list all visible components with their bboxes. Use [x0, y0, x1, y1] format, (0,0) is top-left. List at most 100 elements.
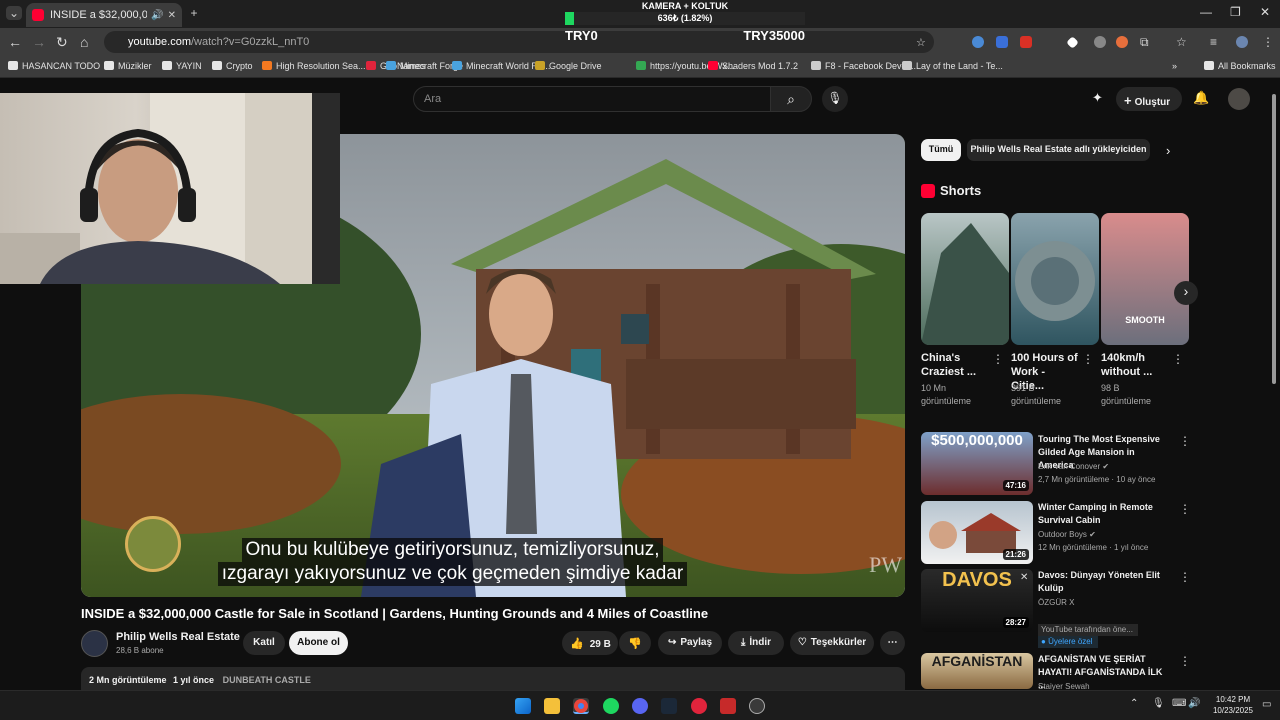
more-actions-button[interactable]: ⋯: [880, 631, 905, 655]
steam-icon[interactable]: [661, 698, 677, 714]
video-menu-icon[interactable]: ⋮: [1179, 654, 1191, 668]
video-menu-icon[interactable]: ⋮: [1179, 434, 1191, 448]
tab-close-icon[interactable]: ✕: [168, 10, 176, 21]
video-menu-icon[interactable]: ⋮: [1179, 502, 1191, 516]
badge-label: Üyelere özel: [1048, 637, 1093, 646]
recommended-thumbnail[interactable]: DAVOS 28:27: [921, 569, 1033, 632]
dislike-button[interactable]: 👎: [619, 631, 651, 655]
start-button-icon[interactable]: [515, 698, 531, 714]
search-input[interactable]: Ara: [413, 86, 771, 112]
bookmarks-icon[interactable]: ☆: [1176, 35, 1187, 49]
recommended-channel[interactable]: Erik Van Conover ✔: [1038, 461, 1178, 473]
short-menu-icon[interactable]: ⋮: [1172, 352, 1184, 366]
extensions-puzzle-icon[interactable]: ⧉: [1140, 35, 1149, 50]
browser-menu-icon[interactable]: ⋮: [1262, 35, 1274, 49]
search-button[interactable]: ⌕: [770, 86, 812, 112]
subscribe-button[interactable]: Abone ol: [289, 631, 348, 655]
bookmark-star-icon[interactable]: ☆: [916, 36, 926, 49]
recommended-thumbnail[interactable]: 21:26: [921, 501, 1033, 564]
cast-icon[interactable]: ✦: [1092, 90, 1108, 106]
download-button[interactable]: ⤓ İndir: [728, 631, 784, 655]
short-thumbnail[interactable]: [921, 213, 1009, 345]
system-clock[interactable]: 10:42 PM 10/23/2025: [1208, 694, 1258, 716]
home-button[interactable]: ⌂: [80, 34, 88, 50]
app-icon[interactable]: [749, 698, 765, 714]
extension-icon[interactable]: [1066, 36, 1079, 49]
bookmark-item[interactable]: Crypto: [212, 61, 253, 71]
tray-chevron-icon[interactable]: ⌃: [1130, 698, 1138, 709]
browser-tab-active[interactable]: INSIDE a $32,000,000 Castle 🔊 ✕: [26, 3, 182, 27]
recommended-channel[interactable]: ÖZGÜR X: [1038, 597, 1178, 609]
voice-search-button[interactable]: 🎙: [822, 86, 848, 112]
app-icon[interactable]: [720, 698, 736, 714]
recommended-channel[interactable]: Outdoor Boys ✔: [1038, 529, 1178, 541]
spotify-icon[interactable]: [603, 698, 619, 714]
thanks-button[interactable]: ♡ Teşekkürler: [790, 631, 874, 655]
recommended-title[interactable]: Winter Camping in Remote Survival Cabin: [1038, 501, 1172, 527]
microphone-tray-icon[interactable]: 🎙: [1152, 698, 1165, 709]
bookmark-item[interactable]: Müzikler: [104, 61, 152, 71]
join-button[interactable]: Katıl: [243, 631, 285, 655]
recommended-thumbnail[interactable]: AFGANİSTAN: [921, 653, 1033, 689]
notifications-bell-icon[interactable]: 🔔: [1193, 90, 1209, 106]
url-host: youtube.com: [128, 36, 191, 48]
short-menu-icon[interactable]: ⋮: [992, 352, 1004, 366]
video-menu-icon[interactable]: ⋮: [1179, 570, 1191, 584]
recommended-thumbnail[interactable]: $500,000,000 47:16: [921, 432, 1033, 495]
chevron-right-icon[interactable]: ›: [1166, 143, 1170, 158]
short-image: [921, 223, 1009, 345]
speaker-icon[interactable]: 🔊: [151, 10, 163, 21]
tab-search-icon[interactable]: ≡: [1210, 35, 1217, 49]
chip-all[interactable]: Tümü: [921, 139, 961, 161]
channel-avatar[interactable]: [81, 630, 108, 657]
short-menu-icon[interactable]: ⋮: [1082, 352, 1094, 366]
reload-button[interactable]: ↻: [56, 34, 68, 51]
extension-icon[interactable]: [1116, 36, 1128, 48]
chrome-icon[interactable]: [573, 698, 589, 714]
forward-button[interactable]: →: [32, 34, 46, 50]
bookmark-item[interactable]: F8 - Facebook Devel...: [811, 61, 916, 71]
share-label: Paylaş: [680, 637, 713, 648]
minimize-button[interactable]: —: [1200, 5, 1212, 19]
bookmark-item[interactable]: High Resolution Sea...: [262, 61, 366, 71]
short-title[interactable]: China's Craziest ...: [921, 351, 991, 379]
bookmark-item[interactable]: HASANCAN TODO: [8, 61, 100, 71]
tab-list-button[interactable]: ⌄: [6, 6, 22, 20]
extension-icon[interactable]: [1020, 36, 1032, 48]
extension-icon[interactable]: [1094, 36, 1106, 48]
bookmark-item[interactable]: Lay of the Land - Te...: [902, 61, 1003, 71]
shorts-next-button[interactable]: ›: [1174, 281, 1198, 305]
all-bookmarks-folder[interactable]: All Bookmarks: [1204, 61, 1276, 71]
back-button[interactable]: ←: [8, 34, 22, 50]
hashtag[interactable]: DUNBEATH CASTLE: [223, 675, 311, 685]
short-thumbnail[interactable]: SMOOTH: [1101, 213, 1189, 345]
scrollbar-thumb[interactable]: [1272, 94, 1276, 384]
bookmark-item[interactable]: YAYIN: [162, 61, 202, 71]
file-explorer-icon[interactable]: [544, 698, 560, 714]
new-tab-button[interactable]: +: [186, 6, 202, 20]
like-button[interactable]: 👍 29 B: [562, 631, 618, 655]
create-button[interactable]: + Oluştur: [1116, 87, 1182, 111]
volume-icon[interactable]: 🔊: [1188, 698, 1200, 709]
account-avatar[interactable]: [1228, 88, 1250, 110]
recommended-title[interactable]: Davos: Dünyayı Yöneten Elit Kulüp: [1038, 569, 1172, 595]
notification-center-icon[interactable]: ▭: [1262, 699, 1271, 710]
page-scrollbar[interactable]: [1270, 80, 1278, 688]
maximize-button[interactable]: ❐: [1230, 5, 1241, 19]
bookmark-item[interactable]: Google Drive: [535, 61, 602, 71]
address-bar[interactable]: youtube.com/watch?v=G0zzkL_nnT0: [104, 31, 934, 53]
bookmark-item[interactable]: Shaders Mod 1.7.2: [708, 61, 798, 71]
app-icon[interactable]: [691, 698, 707, 714]
discord-icon[interactable]: [632, 698, 648, 714]
network-icon[interactable]: ⌨: [1172, 698, 1186, 709]
share-button[interactable]: ↪ Paylaş: [658, 631, 722, 655]
short-title[interactable]: 140km/h without ...: [1101, 351, 1171, 379]
extension-icon[interactable]: [996, 36, 1008, 48]
chip-uploader[interactable]: Philip Wells Real Estate adlı yükleyicid…: [967, 139, 1150, 161]
short-thumbnail[interactable]: [1011, 213, 1099, 345]
extension-icon[interactable]: [972, 36, 984, 48]
bookmarks-overflow-icon[interactable]: »: [1172, 61, 1177, 71]
window-close-button[interactable]: ✕: [1260, 5, 1270, 19]
profile-avatar[interactable]: [1236, 36, 1248, 48]
channel-name[interactable]: Philip Wells Real Estate: [116, 631, 240, 643]
